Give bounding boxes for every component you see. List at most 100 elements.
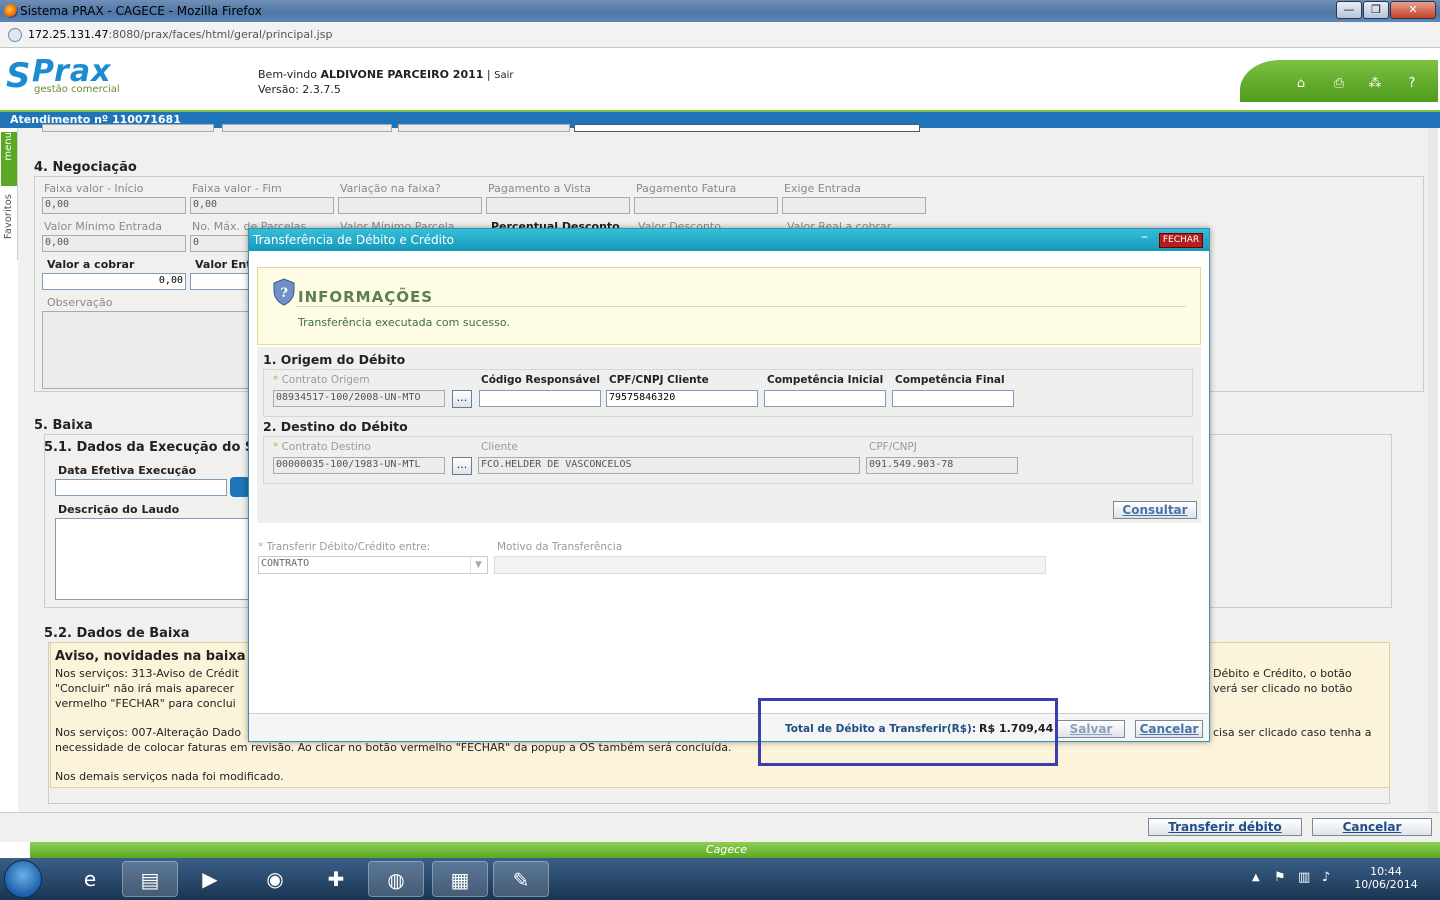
transferir-entre-select[interactable]: CONTRATO bbox=[258, 556, 488, 574]
menu-tab[interactable]: menu bbox=[1, 132, 17, 186]
version-text: Versão: 2.3.7.5 bbox=[258, 83, 341, 96]
field-label: Valor Mínimo Entrada bbox=[44, 220, 162, 233]
cpf-cliente-input[interactable]: 79575846320 bbox=[606, 390, 758, 407]
cagece-bar: Cagece bbox=[30, 842, 1440, 858]
valor-entrada-label: Valor Ent bbox=[195, 258, 252, 271]
help-icon[interactable]: ? bbox=[1404, 76, 1420, 92]
network-icon[interactable]: ▥ bbox=[1298, 870, 1310, 885]
laudo-label: Descrição do Laudo bbox=[58, 503, 180, 516]
main-scrollbar[interactable] bbox=[1428, 128, 1438, 812]
search-contrato-origem-button[interactable]: ... bbox=[452, 390, 472, 408]
cliente-field: FCO.HELDER DE VASCONCELOS bbox=[478, 457, 860, 474]
clock-time: 10:44 bbox=[1370, 865, 1402, 878]
aviso-text: necessidade de colocar faturas em revisã… bbox=[55, 741, 732, 754]
field-label: Faixa valor - Início bbox=[44, 182, 144, 195]
valor-cobrar-field[interactable]: 0,00 bbox=[42, 273, 186, 290]
address-bar[interactable]: 172.25.131.47:8080/prax/faces/html/geral… bbox=[0, 22, 1440, 48]
pagamento-vista-field bbox=[486, 197, 630, 214]
aviso-text: Nos serviços: 007-Alteração Dado bbox=[55, 726, 242, 739]
info-title: INFORMAÇÕES bbox=[298, 288, 434, 306]
faixa-fim-field: 0,00 bbox=[190, 197, 334, 214]
pagamento-fatura-field bbox=[634, 197, 778, 214]
logout-link[interactable]: Sair bbox=[494, 70, 513, 81]
paint-icon[interactable]: ✎ bbox=[493, 861, 549, 897]
minimize-button[interactable]: — bbox=[1336, 1, 1362, 19]
transfer-modal: Transferência de Débito e Crédito – FECH… bbox=[248, 228, 1210, 742]
user-name: ALDIVONE PARCEIRO 2011 bbox=[320, 68, 484, 81]
modal-header: Transferência de Débito e Crédito – FECH… bbox=[249, 229, 1209, 251]
valor-entrada-field[interactable] bbox=[190, 273, 250, 290]
cagece-brand: Cagece bbox=[706, 843, 747, 856]
data-exec-field[interactable] bbox=[55, 479, 227, 496]
minimize-icon[interactable]: – bbox=[1141, 229, 1148, 245]
motivo-textarea[interactable] bbox=[494, 556, 1046, 574]
laudo-field[interactable] bbox=[55, 518, 250, 600]
firefox-taskbar-icon[interactable]: ◍ bbox=[368, 861, 424, 897]
footer-bar: Transferir débito Cancelar bbox=[0, 812, 1440, 842]
sitemap-icon[interactable]: ⁂ bbox=[1367, 76, 1383, 92]
ie-icon[interactable]: e bbox=[62, 861, 118, 897]
chrome-icon[interactable]: ◉ bbox=[247, 861, 303, 897]
app-header: S Prax gestão comercial Bem-vindo ALDIVO… bbox=[0, 48, 1440, 110]
transferir-debito-button[interactable]: Transferir débito bbox=[1148, 818, 1302, 836]
exige-entrada-field bbox=[782, 197, 926, 214]
motivo-label: Motivo da Transferência bbox=[497, 541, 623, 553]
aviso-text: cisa ser clicado caso tenha a bbox=[1213, 726, 1372, 739]
aviso-text: "Concluir" não irá mais aparecer bbox=[55, 682, 234, 695]
contrato-destino-label: * Contrato Destino bbox=[273, 441, 371, 453]
url-text[interactable]: 172.25.131.47:8080/prax/faces/html/geral… bbox=[28, 28, 332, 41]
flag-icon[interactable]: ⚑ bbox=[1274, 870, 1286, 885]
app-icon[interactable]: ✚ bbox=[308, 861, 364, 897]
salvar-button[interactable]: Salvar bbox=[1057, 720, 1125, 738]
contrato-origem-field: 08934517-100/2008-UN-MTO bbox=[273, 390, 445, 407]
consultar-button[interactable]: Consultar bbox=[1113, 501, 1197, 519]
valor-cobrar-label: Valor a cobrar bbox=[47, 258, 135, 271]
section-5-1-title: 5.1. Dados da Execução do S bbox=[44, 440, 255, 455]
cancelar-button[interactable]: Cancelar bbox=[1312, 818, 1432, 836]
side-tab: menu Favoritos bbox=[0, 128, 18, 260]
competencia-inicial-input[interactable] bbox=[764, 390, 886, 407]
faixa-inicio-field: 0,00 bbox=[42, 197, 186, 214]
info-box: ? INFORMAÇÕES Transferência executada co… bbox=[257, 267, 1201, 345]
documents-icon[interactable]: ▦ bbox=[432, 861, 488, 897]
media-player-icon[interactable]: ▶ bbox=[182, 861, 238, 897]
competencia-final-input[interactable] bbox=[892, 390, 1014, 407]
search-contrato-destino-button[interactable]: ... bbox=[452, 457, 472, 475]
chevron-down-icon[interactable]: ▼ bbox=[470, 557, 486, 573]
observacao-label: Observação bbox=[47, 296, 113, 309]
calendar-icon[interactable] bbox=[230, 477, 250, 497]
start-button[interactable] bbox=[4, 860, 42, 898]
shield-icon: ? bbox=[273, 278, 295, 306]
close-window-button[interactable]: ✕ bbox=[1390, 1, 1436, 19]
fechar-button[interactable]: FECHAR bbox=[1159, 233, 1203, 248]
modal-cancelar-button[interactable]: Cancelar bbox=[1135, 720, 1203, 738]
cpf-destino-label: CPF/CNPJ bbox=[869, 441, 917, 453]
firefox-icon bbox=[4, 4, 18, 18]
section-5-2-title: 5.2. Dados de Baixa bbox=[44, 626, 190, 641]
maximize-button[interactable]: ❐ bbox=[1363, 1, 1389, 19]
field-label: Pagamento Fatura bbox=[636, 182, 737, 195]
destino-title: 2. Destino do Débito bbox=[263, 419, 408, 434]
field-label: Pagamento a Vista bbox=[488, 182, 591, 195]
folder-icon[interactable]: ▤ bbox=[122, 861, 178, 897]
clock[interactable]: 10:44 10/06/2014 bbox=[1346, 865, 1426, 891]
aviso-text: Nos demais serviços nada foi modificado. bbox=[55, 770, 284, 783]
modal-footer: Total de Débito a Transferir(R$): R$ 1.7… bbox=[249, 713, 1209, 741]
clock-date: 10/06/2014 bbox=[1354, 878, 1418, 891]
highlight-box bbox=[758, 698, 1058, 766]
show-hidden-icons[interactable]: ▲ bbox=[1252, 872, 1260, 883]
codigo-responsavel-input[interactable] bbox=[479, 390, 601, 407]
data-exec-label: Data Efetiva Execução bbox=[58, 464, 197, 477]
valor-min-entrada-field: 0,00 bbox=[42, 235, 186, 252]
volume-icon[interactable]: ♪ bbox=[1322, 870, 1330, 885]
welcome-text: Bem-vindo ALDIVONE PARCEIRO 2011 | Sair bbox=[258, 68, 514, 81]
favorites-tab[interactable]: Favoritos bbox=[3, 194, 14, 239]
aviso-text: verá ser clicado no botão bbox=[1213, 682, 1353, 695]
print-icon[interactable]: ⎙ bbox=[1331, 76, 1347, 92]
home-icon[interactable]: ⌂ bbox=[1293, 76, 1309, 92]
cpf-destino-field: 091.549.903-78 bbox=[866, 457, 1018, 474]
section-negociacao-title: 4. Negociação bbox=[34, 160, 137, 175]
origem-title: 1. Origem do Débito bbox=[263, 352, 406, 367]
section-baixa-title: 5. Baixa bbox=[34, 418, 93, 433]
partial-field bbox=[42, 124, 214, 132]
